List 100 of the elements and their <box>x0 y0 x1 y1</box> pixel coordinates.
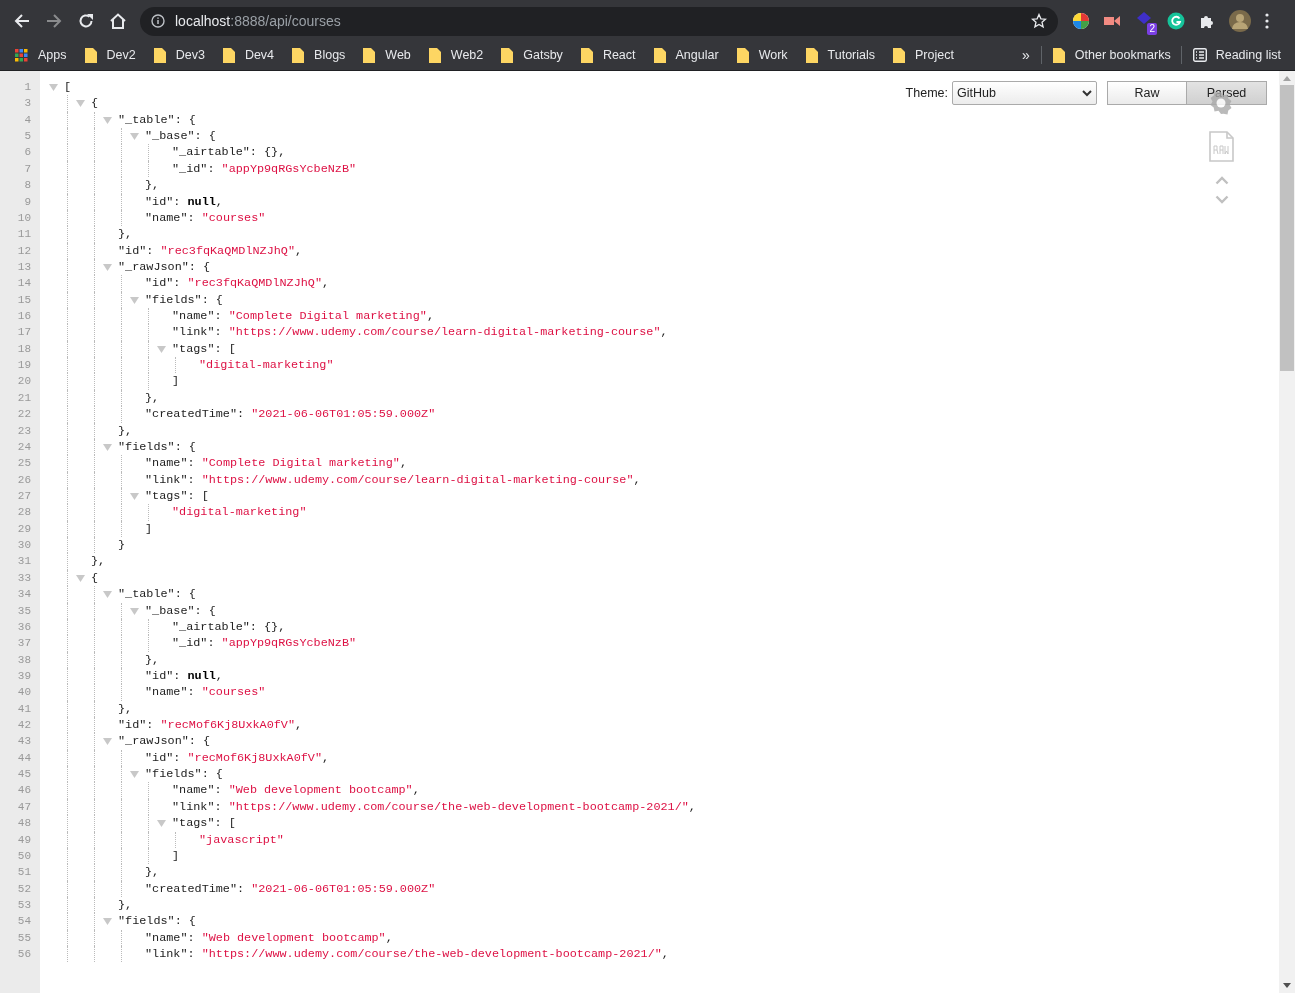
collapse-toggle[interactable] <box>130 606 139 616</box>
reload-icon[interactable] <box>77 12 95 30</box>
back-icon[interactable] <box>13 12 31 30</box>
info-icon[interactable] <box>151 14 165 28</box>
collapse-toggle[interactable] <box>103 442 112 452</box>
comma: , <box>322 275 330 292</box>
comma: , <box>426 308 434 325</box>
puzzle-icon[interactable] <box>1199 13 1215 29</box>
other-bookmarks-button[interactable]: Other bookmarks <box>1052 45 1171 65</box>
line-number: 49 <box>16 832 32 848</box>
reading-list-button[interactable]: Reading list <box>1192 45 1281 65</box>
line-number: 55 <box>16 930 32 946</box>
bookmark[interactable]: Web <box>363 45 411 65</box>
color-wheel-icon[interactable] <box>1072 12 1090 30</box>
bookmark[interactable]: Apps <box>15 45 67 65</box>
mode-tab[interactable]: Raw <box>1107 81 1187 105</box>
home-icon[interactable] <box>109 12 127 30</box>
collapse-toggle[interactable] <box>157 344 166 354</box>
scrollbar[interactable] <box>1279 71 1295 993</box>
line-number: 51 <box>16 865 32 881</box>
line-number: 28 <box>16 505 32 521</box>
json-value: { <box>91 95 99 112</box>
line-number: 22 <box>16 407 32 423</box>
url-text: localhost:8888/api/courses <box>175 11 341 31</box>
json-value: "Web development bootcamp" <box>228 782 413 799</box>
chevron-down-icon[interactable] <box>1215 195 1229 204</box>
collapse-toggle[interactable] <box>130 492 139 501</box>
collapse-toggle[interactable] <box>103 115 112 125</box>
grammar-icon[interactable] <box>1167 12 1185 30</box>
line-number: 27 <box>16 489 32 504</box>
json-value: null <box>187 193 216 210</box>
json-key: "_base": <box>145 128 202 145</box>
more-bookmarks-button[interactable]: » <box>1022 44 1030 66</box>
folder-icon <box>363 47 376 63</box>
json-value: ] <box>172 373 180 390</box>
collapse-toggle[interactable] <box>130 295 139 305</box>
raw-file-icon[interactable] <box>1208 130 1235 163</box>
bookmark[interactable]: Project <box>893 45 954 65</box>
comma: , <box>322 749 330 767</box>
line-number: 52 <box>16 881 32 897</box>
bookmark[interactable]: Angular <box>653 45 719 65</box>
line-number: 45 <box>16 767 32 783</box>
extension-icon[interactable] <box>1135 10 1153 26</box>
json-key: "name": <box>145 455 195 472</box>
comma: , <box>660 324 668 341</box>
theme-select[interactable]: GitHub <box>952 81 1097 105</box>
collapse-toggle[interactable] <box>76 99 85 109</box>
collapse-toggle[interactable] <box>103 917 112 927</box>
star-icon[interactable] <box>1031 13 1047 29</box>
bookmark[interactable]: Dev3 <box>153 45 205 65</box>
bookmark[interactable]: Dev2 <box>84 45 136 65</box>
chevron-up-icon[interactable] <box>1215 176 1229 185</box>
json-value: { <box>208 128 216 145</box>
line-number: 15 <box>16 292 32 308</box>
collapse-toggle[interactable] <box>49 83 58 92</box>
address-bar[interactable]: localhost:8888/api/courses <box>140 6 1058 36</box>
comma: , <box>385 929 393 947</box>
collapse-toggle[interactable] <box>103 590 112 600</box>
json-value: { <box>188 586 196 603</box>
line-number: 17 <box>16 325 32 341</box>
camera-icon[interactable] <box>1103 14 1121 28</box>
bookmark[interactable]: Work <box>736 45 788 65</box>
bookmark[interactable]: Tutorials <box>805 45 876 65</box>
bookmark[interactable]: Gatsby <box>501 45 563 65</box>
collapse-toggle[interactable] <box>103 737 112 747</box>
collapse-toggle[interactable] <box>130 132 139 142</box>
line-number: 46 <box>16 783 32 799</box>
theme-label: Theme: <box>905 84 948 102</box>
json-value: { <box>215 291 223 309</box>
json-value: "Complete Digital marketing" <box>201 455 400 472</box>
json-key: "id": <box>145 275 181 292</box>
json-value: ] <box>145 520 153 538</box>
bookmark[interactable]: Blogs <box>292 45 346 65</box>
bookmark[interactable]: React <box>580 45 636 65</box>
comma: , <box>688 798 696 816</box>
json-value: "appYp9qRGsYcbeNzB" <box>221 160 357 178</box>
json-value: } <box>118 537 126 554</box>
bookmark[interactable]: Dev4 <box>222 45 275 65</box>
line-number: 33 <box>16 570 32 586</box>
json-value: }, <box>118 896 133 914</box>
line-number: 50 <box>16 848 32 864</box>
scroll-down-icon[interactable] <box>1283 983 1291 988</box>
collapse-toggle[interactable] <box>103 262 112 272</box>
collapse-toggle[interactable] <box>76 573 85 583</box>
folder-icon <box>580 47 593 63</box>
folder-icon <box>84 47 97 63</box>
json-key: "id": <box>145 193 181 210</box>
collapse-toggle[interactable] <box>157 819 166 829</box>
forward-icon[interactable] <box>45 12 63 30</box>
avatar-icon[interactable] <box>1229 10 1251 32</box>
scroll-up-icon[interactable] <box>1283 76 1291 81</box>
json-value: "rec3fqKaQMDlNZJhQ" <box>160 242 295 259</box>
menu-icon[interactable] <box>1265 13 1269 29</box>
line-number: 3 <box>23 96 32 112</box>
collapse-toggle[interactable] <box>130 770 139 780</box>
apps-icon <box>15 48 28 62</box>
bookmark[interactable]: Web2 <box>428 45 484 65</box>
mode-tab[interactable]: Parsed <box>1187 81 1267 105</box>
comma: , <box>215 667 223 685</box>
chevron-down-icon <box>1082 89 1092 97</box>
